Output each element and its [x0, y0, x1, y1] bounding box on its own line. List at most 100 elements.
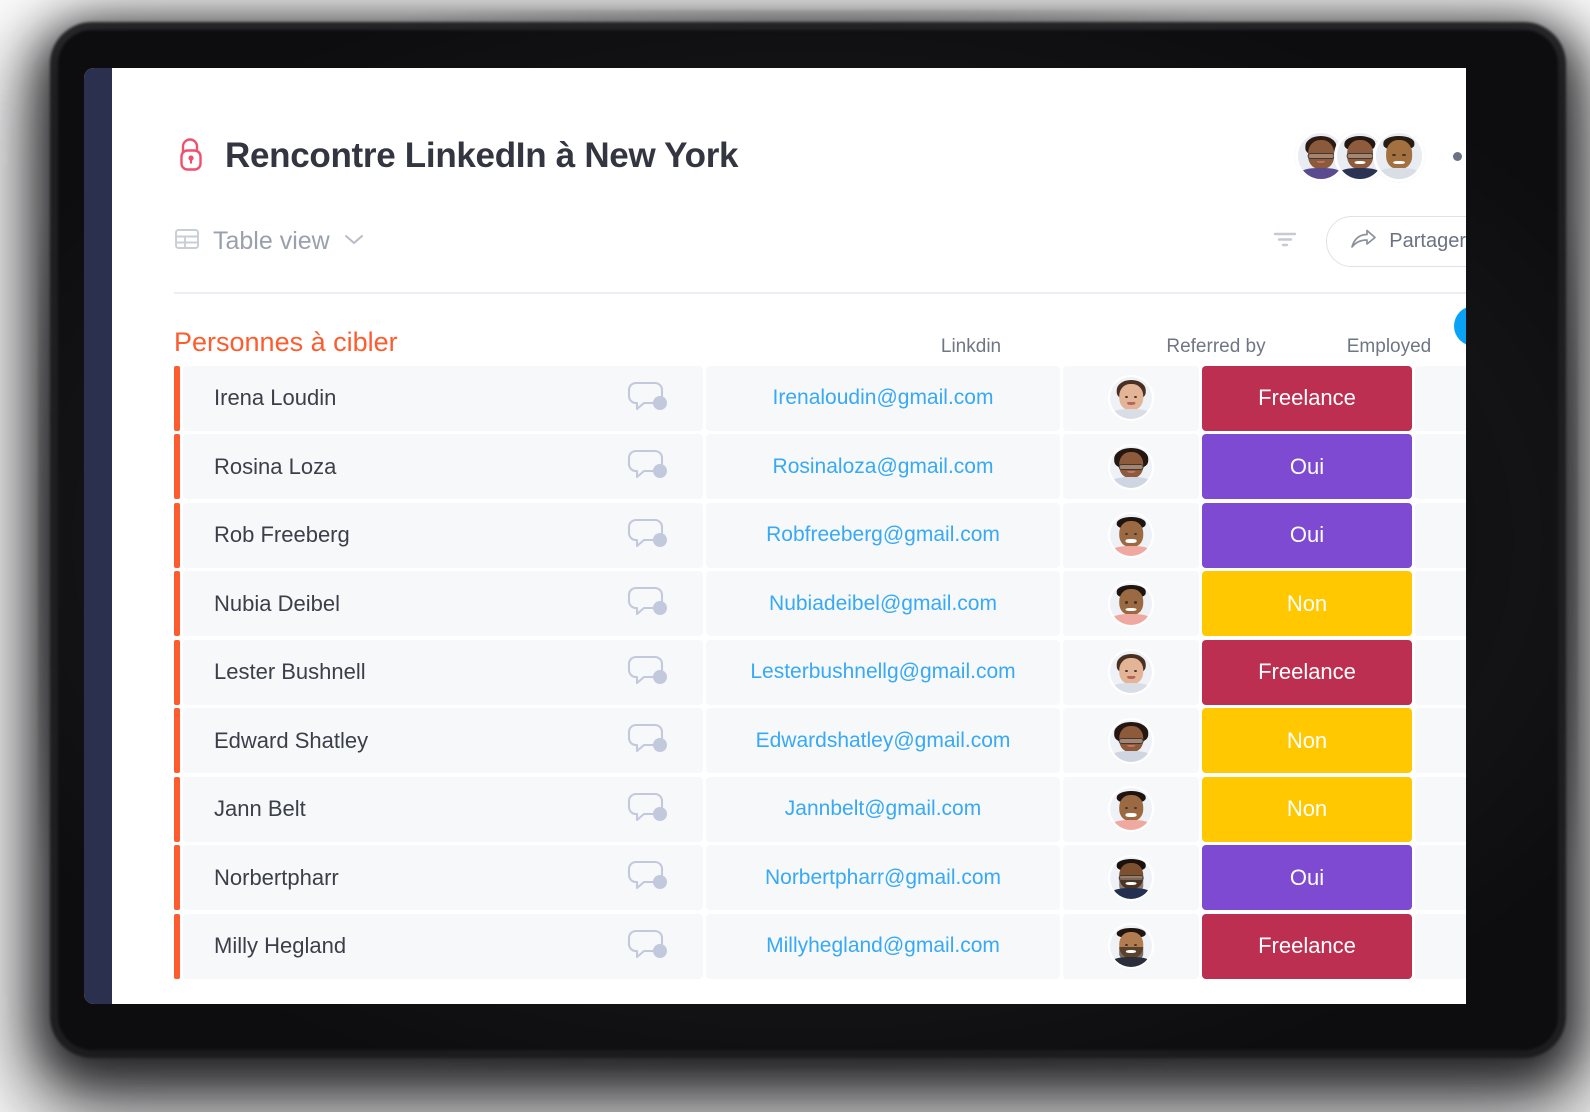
cell-referred-by[interactable] — [1063, 571, 1199, 636]
cell-empty[interactable] — [1415, 571, 1466, 636]
cell-linkdin[interactable]: Millyhegland@gmail.com — [706, 913, 1060, 979]
row-email-link[interactable]: Lesterbushnellg@gmail.com — [750, 660, 1015, 684]
cell-empty[interactable] — [1415, 502, 1466, 568]
row-email-link[interactable]: Rosinaloza@gmail.com — [773, 455, 994, 479]
row-email-link[interactable]: Robfreeberg@gmail.com — [766, 523, 1000, 547]
row-color-accent — [174, 571, 180, 636]
table-row-1[interactable]: Irena Loudin Irenaloudin@gmail.com Freel… — [174, 365, 1466, 431]
cell-linkdin[interactable]: Edwardshatley@gmail.com — [706, 708, 1060, 773]
cell-employed-status[interactable]: Non — [1202, 571, 1412, 636]
referred-by-avatar[interactable] — [1110, 856, 1152, 899]
table-row-6[interactable]: Edward Shatley Edwardshatley@gmail.com N… — [174, 708, 1466, 773]
cell-empty[interactable] — [1415, 845, 1466, 910]
header-right-controls — [1295, 130, 1466, 182]
cell-name[interactable]: Norbertpharr — [183, 845, 703, 910]
cell-name[interactable]: Rosina Loza — [183, 434, 703, 499]
filter-icon[interactable] — [1272, 230, 1298, 253]
referred-by-avatar[interactable] — [1110, 377, 1152, 419]
cell-empty[interactable] — [1415, 365, 1466, 431]
cell-linkdin[interactable]: Irenaloudin@gmail.com — [706, 365, 1060, 431]
referred-by-avatar[interactable] — [1110, 925, 1152, 967]
cell-employed-status[interactable]: Freelance — [1202, 365, 1412, 431]
column-header-referred-by[interactable]: Referred by — [1148, 336, 1284, 358]
cell-referred-by[interactable] — [1063, 365, 1199, 431]
row-name-label: Milly Hegland — [214, 933, 347, 958]
share-arrow-icon — [1350, 228, 1377, 255]
cell-employed-status[interactable]: Oui — [1202, 434, 1412, 499]
cell-empty[interactable] — [1415, 913, 1466, 979]
cell-referred-by[interactable] — [1063, 502, 1199, 568]
chat-bubble-icon[interactable] — [627, 927, 669, 966]
chat-bubble-icon[interactable] — [627, 584, 669, 623]
referred-by-avatar[interactable] — [1110, 514, 1152, 556]
cell-linkdin[interactable]: Jannbelt@gmail.com — [706, 776, 1060, 842]
chat-bubble-icon[interactable] — [627, 790, 669, 829]
table-row-4[interactable]: Nubia Deibel Nubiadeibel@gmail.com Non — [174, 571, 1466, 636]
cell-empty[interactable] — [1415, 776, 1466, 842]
referred-by-avatar[interactable] — [1110, 719, 1152, 762]
row-name-label: Norbertpharr — [214, 864, 339, 890]
cell-name[interactable]: Jann Belt — [183, 776, 703, 842]
cell-linkdin[interactable]: Norbertpharr@gmail.com — [706, 845, 1060, 910]
row-email-link[interactable]: Millyhegland@gmail.com — [766, 934, 1000, 958]
cell-name[interactable]: Edward Shatley — [183, 708, 703, 773]
cell-employed-status[interactable]: Oui — [1202, 502, 1412, 568]
cell-linkdin[interactable]: Rosinaloza@gmail.com — [706, 434, 1060, 499]
cell-referred-by[interactable] — [1063, 845, 1199, 910]
row-email-link[interactable]: Edwardshatley@gmail.com — [756, 729, 1011, 753]
row-email-link[interactable]: Nubiadeibel@gmail.com — [769, 592, 997, 616]
cell-empty[interactable] — [1415, 434, 1466, 499]
cell-employed-status[interactable]: Oui — [1202, 845, 1412, 910]
cell-linkdin[interactable]: Nubiadeibel@gmail.com — [706, 571, 1060, 636]
view-switcher[interactable]: Table view — [174, 226, 365, 257]
table-row-5[interactable]: Lester Bushnell Lesterbushnellg@gmail.co… — [174, 639, 1466, 705]
table-row-2[interactable]: Rosina Loza Rosinaloza@gmail.com Oui — [174, 434, 1466, 499]
cell-name[interactable]: Lester Bushnell — [183, 639, 703, 705]
cell-employed-status[interactable]: Non — [1202, 776, 1412, 842]
chat-bubble-icon[interactable] — [627, 379, 669, 418]
row-name-label: Rob Freeberg — [214, 522, 350, 547]
collaborator-avatar-3[interactable] — [1373, 130, 1425, 182]
column-header-linkdin[interactable]: Linkdin — [794, 336, 1148, 358]
cell-referred-by[interactable] — [1063, 913, 1199, 979]
cell-name[interactable]: Nubia Deibel — [183, 571, 703, 636]
cell-employed-status[interactable]: Non — [1202, 708, 1412, 773]
chevron-down-icon[interactable] — [343, 232, 365, 251]
row-email-link[interactable]: Norbertpharr@gmail.com — [765, 866, 1001, 890]
column-header-employed[interactable]: Employed — [1284, 336, 1466, 358]
collaborator-avatars[interactable] — [1295, 130, 1425, 182]
cell-name[interactable]: Milly Hegland — [183, 913, 703, 979]
cell-employed-status[interactable]: Freelance — [1202, 913, 1412, 979]
chat-bubble-icon[interactable] — [627, 447, 669, 486]
referred-by-avatar[interactable] — [1110, 445, 1152, 488]
share-button[interactable]: Partager — [1326, 215, 1466, 267]
cell-empty[interactable] — [1415, 639, 1466, 705]
chat-bubble-icon[interactable] — [627, 721, 669, 760]
more-horizontal-icon[interactable] — [1451, 146, 1466, 167]
cell-referred-by[interactable] — [1063, 776, 1199, 842]
status-badge-label: Non — [1286, 590, 1328, 616]
chat-bubble-icon[interactable] — [627, 653, 669, 692]
cell-referred-by[interactable] — [1063, 708, 1199, 773]
cell-referred-by[interactable] — [1063, 639, 1199, 705]
referred-by-avatar[interactable] — [1110, 788, 1152, 830]
chat-bubble-icon[interactable] — [627, 516, 669, 555]
row-email-link[interactable]: Irenaloudin@gmail.com — [773, 386, 994, 410]
row-email-link[interactable]: Jannbelt@gmail.com — [785, 797, 981, 821]
table-row-9[interactable]: Milly Hegland Millyhegland@gmail.com Fre… — [174, 913, 1466, 979]
referred-by-avatar[interactable] — [1110, 651, 1152, 693]
chat-bubble-icon[interactable] — [627, 858, 669, 897]
group-title[interactable]: Personnes à cibler — [174, 327, 794, 358]
referred-by-avatar[interactable] — [1110, 582, 1152, 625]
cell-referred-by[interactable] — [1063, 434, 1199, 499]
cell-empty[interactable] — [1415, 708, 1466, 773]
cell-linkdin[interactable]: Robfreeberg@gmail.com — [706, 502, 1060, 568]
cell-employed-status[interactable]: Freelance — [1202, 639, 1412, 705]
row-color-accent — [174, 434, 180, 499]
cell-name[interactable]: Irena Loudin — [183, 365, 703, 431]
cell-linkdin[interactable]: Lesterbushnellg@gmail.com — [706, 639, 1060, 705]
table-row-8[interactable]: Norbertpharr Norbertpharr@gmail.com Oui — [174, 845, 1466, 910]
table-row-7[interactable]: Jann Belt Jannbelt@gmail.com Non — [174, 776, 1466, 842]
table-row-3[interactable]: Rob Freeberg Robfreeberg@gmail.com Oui — [174, 502, 1466, 568]
cell-name[interactable]: Rob Freeberg — [183, 502, 703, 568]
